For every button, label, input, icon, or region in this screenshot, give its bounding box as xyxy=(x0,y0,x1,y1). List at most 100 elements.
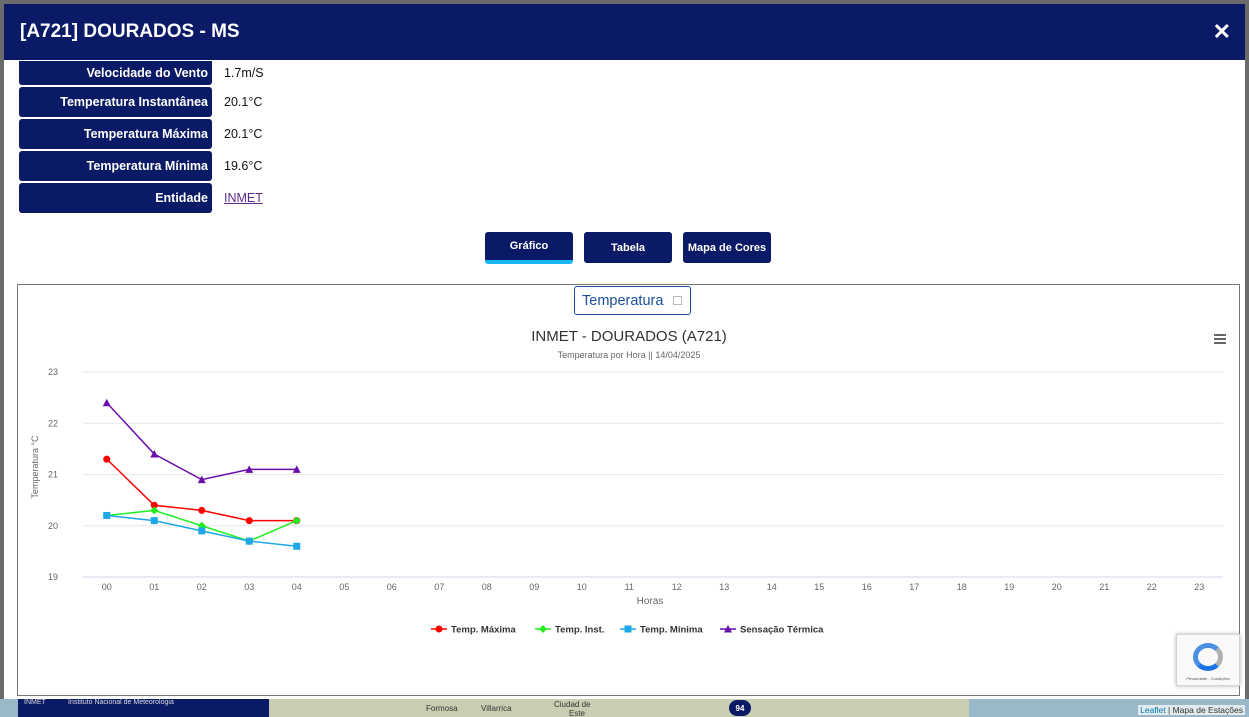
x-tick-label: 23 xyxy=(1194,582,1204,592)
x-tick-label: 02 xyxy=(197,582,207,592)
y-tick-label: 23 xyxy=(48,367,58,377)
x-tick-label: 06 xyxy=(387,582,397,592)
info-value: 19.6°C xyxy=(224,159,263,173)
x-tick-label: 22 xyxy=(1147,582,1157,592)
legend-item[interactable]: Temp. Máxima xyxy=(431,625,516,636)
x-tick-label: 13 xyxy=(719,582,729,592)
data-point xyxy=(150,517,158,525)
y-axis-label: Temperatura °C xyxy=(30,435,40,499)
x-tick-label: 16 xyxy=(862,582,872,592)
tab-grafico[interactable]: Gráfico xyxy=(485,232,573,264)
series-temp-m-xima xyxy=(103,455,301,525)
station-cluster-marker[interactable]: 94 xyxy=(729,700,751,716)
tab-tabela[interactable]: Tabela xyxy=(584,232,672,263)
map-strip[interactable]: Formosa Villarrica Ciudad de Este 94 xyxy=(269,699,969,717)
x-tick-label: 03 xyxy=(244,582,254,592)
attribution-text: | Mapa de Estações xyxy=(1165,705,1243,715)
info-row-temp-inst: Temperatura Instantânea 20.1°C xyxy=(19,86,264,118)
y-tick-label: 19 xyxy=(48,572,58,582)
info-label: Temperatura Máxima xyxy=(19,119,212,149)
legend-item[interactable]: Sensação Térmica xyxy=(720,625,824,636)
data-point xyxy=(245,537,253,545)
x-tick-label: 17 xyxy=(909,582,919,592)
x-tick-label: 19 xyxy=(1004,582,1014,592)
legend-item[interactable]: Temp. Inst. xyxy=(535,625,604,636)
y-tick-label: 21 xyxy=(48,470,58,480)
data-point xyxy=(245,517,253,525)
data-point xyxy=(103,455,111,463)
x-tick-label: 18 xyxy=(957,582,967,592)
legend-label: Temp. Mínima xyxy=(640,625,703,636)
x-tick-label: 09 xyxy=(529,582,539,592)
data-point xyxy=(150,506,159,515)
hamburger-menu-icon[interactable] xyxy=(1214,334,1226,344)
temperature-chart: INMET - DOURADOS (A721) Temperatura por … xyxy=(30,328,1226,636)
map-label: Este xyxy=(569,709,586,717)
info-label: Temperatura Mínima xyxy=(19,151,212,181)
x-tick-label: 05 xyxy=(339,582,349,592)
series-line xyxy=(106,402,297,481)
x-tick-label: 14 xyxy=(767,582,777,592)
y-tick-label: 20 xyxy=(48,521,58,531)
recaptcha-text: Privacidade - Condições xyxy=(1186,676,1230,681)
info-label: Entidade xyxy=(19,183,212,213)
map-label: Villarrica xyxy=(481,704,512,713)
recaptcha-badge[interactable]: Privacidade - Condições xyxy=(1176,634,1240,686)
map-label: Formosa xyxy=(426,704,458,713)
data-point xyxy=(292,516,301,525)
x-tick-label: 21 xyxy=(1099,582,1109,592)
data-point xyxy=(198,527,206,535)
info-value: 20.1°C xyxy=(224,127,263,141)
leaflet-link[interactable]: Leaflet xyxy=(1140,705,1166,715)
x-tick-label: 20 xyxy=(1052,582,1062,592)
x-tick-label: 12 xyxy=(672,582,682,592)
series-temp-m-nima xyxy=(103,512,301,550)
x-tick-label: 08 xyxy=(482,582,492,592)
data-point xyxy=(103,512,111,519)
info-row-temp-max: Temperatura Máxima 20.1°C xyxy=(19,118,264,150)
data-point xyxy=(539,625,547,633)
info-row-temp-min: Temperatura Mínima 19.6°C xyxy=(19,150,264,182)
info-value: 1.7m/S xyxy=(224,66,264,80)
tab-mapa-de-cores[interactable]: Mapa de Cores xyxy=(683,232,771,263)
x-axis-label: Horas xyxy=(637,596,664,607)
x-tick-label: 04 xyxy=(292,582,302,592)
x-tick-label: 15 xyxy=(814,582,824,592)
map-label: Ciudad de xyxy=(554,700,591,709)
info-label: Temperatura Instantânea xyxy=(19,87,212,117)
series-sensa-o-t-rmica xyxy=(102,398,301,484)
legend-label: Temp. Inst. xyxy=(555,625,604,636)
data-point xyxy=(102,398,111,407)
footer-org-name: Instituto Nacional de Meteorologia xyxy=(68,699,174,706)
station-info-table: Velocidade do Vento 1.7m/S Temperatura I… xyxy=(19,60,264,214)
info-value: 20.1°C xyxy=(224,95,263,109)
info-label: Velocidade do Vento xyxy=(19,61,212,85)
footer-brand: INMET Instituto Nacional de Meteorologia xyxy=(18,699,269,717)
chart-subtitle: Temperatura por Hora || 14/04/2025 xyxy=(558,350,701,360)
x-tick-label: 00 xyxy=(102,582,112,592)
close-icon[interactable]: ✕ xyxy=(1213,19,1231,45)
entity-link[interactable]: INMET xyxy=(224,191,263,205)
modal-header: [A721] DOURADOS - MS ✕ xyxy=(4,4,1245,60)
chart-title: INMET - DOURADOS (A721) xyxy=(531,328,727,345)
chart-container: Temperatura INMET - DOURADOS (A721) Temp… xyxy=(17,284,1240,696)
map-footer: INMET Instituto Nacional de Meteorologia… xyxy=(0,699,1249,717)
x-tick-label: 10 xyxy=(577,582,587,592)
y-tick-label: 22 xyxy=(48,418,58,428)
recaptcha-logo-icon xyxy=(1193,643,1223,671)
legend-label: Temp. Máxima xyxy=(451,625,516,636)
map-attribution: Leaflet | Mapa de Estações xyxy=(1138,705,1245,715)
view-tabs: Gráfico Tabela Mapa de Cores xyxy=(4,232,1245,264)
footer-org-short: INMET xyxy=(24,699,46,706)
data-point xyxy=(293,542,301,550)
x-tick-label: 01 xyxy=(149,582,159,592)
info-row-entity: Entidade INMET xyxy=(19,182,264,214)
data-point xyxy=(435,625,443,633)
station-modal: [A721] DOURADOS - MS ✕ Velocidade do Ven… xyxy=(4,4,1245,699)
x-tick-label: 07 xyxy=(434,582,444,592)
legend-label: Sensação Térmica xyxy=(740,625,824,636)
legend-item[interactable]: Temp. Mínima xyxy=(620,625,703,636)
data-point xyxy=(198,506,206,514)
x-tick-label: 11 xyxy=(625,582,634,592)
data-point xyxy=(624,625,632,633)
